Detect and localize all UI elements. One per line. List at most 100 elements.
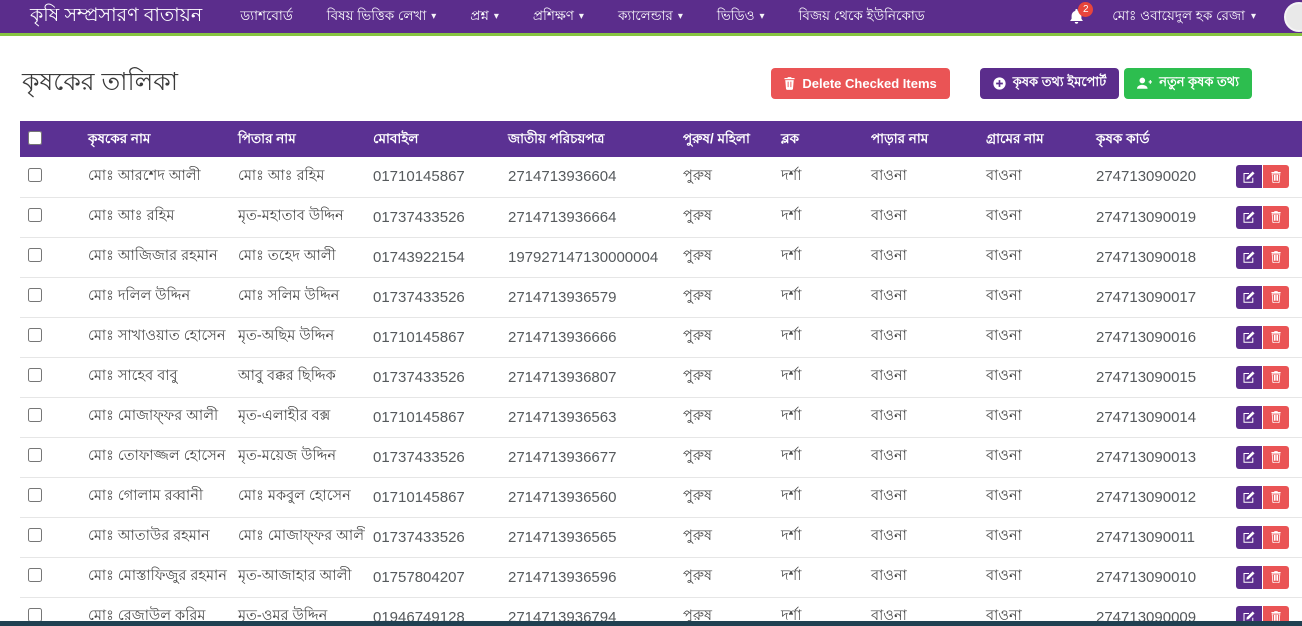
mobile-cell: 01737433526 bbox=[365, 437, 500, 477]
delete-button[interactable] bbox=[1263, 486, 1289, 509]
column-header: মোবাইল bbox=[365, 121, 500, 157]
edit-button[interactable] bbox=[1236, 446, 1262, 469]
nav-item[interactable]: ড্যাশবোর্ড bbox=[240, 5, 293, 28]
page-header: কৃষকের তালিকা Delete Checked Items কৃষক … bbox=[0, 36, 1302, 121]
import-farmer-button[interactable]: কৃষক তথ্য ইমপোর্ট bbox=[980, 68, 1119, 99]
edit-button[interactable] bbox=[1236, 206, 1262, 229]
delete-button[interactable] bbox=[1263, 286, 1289, 309]
gender-cell: পুরুষ bbox=[675, 477, 773, 517]
delete-checked-button[interactable]: Delete Checked Items bbox=[771, 68, 949, 99]
actions-cell bbox=[1228, 157, 1302, 197]
new-farmer-label: নতুন কৃষক তথ্য bbox=[1159, 73, 1239, 94]
row-checkbox[interactable] bbox=[28, 488, 42, 502]
row-checkbox[interactable] bbox=[28, 288, 42, 302]
edit-button[interactable] bbox=[1236, 286, 1262, 309]
nav-item[interactable]: প্রশ্ন ▾ bbox=[470, 5, 499, 28]
user-name: মোঃ ওবায়েদুল হক রেজা bbox=[1112, 5, 1245, 28]
farmer-card-cell: 274713090012 bbox=[1088, 477, 1228, 517]
delete-button[interactable] bbox=[1263, 526, 1289, 549]
chevron-down-icon: ▾ bbox=[1251, 11, 1256, 22]
column-header: পিতার নাম bbox=[230, 121, 365, 157]
nav-item[interactable]: ক্যালেন্ডার ▾ bbox=[618, 5, 683, 28]
farmer-card-cell: 274713090017 bbox=[1088, 277, 1228, 317]
nav-item[interactable]: বিজয় থেকে ইউনিকোড bbox=[799, 5, 925, 28]
row-checkbox[interactable] bbox=[28, 368, 42, 382]
block-cell: দর্শা bbox=[773, 237, 863, 277]
row-checkbox[interactable] bbox=[28, 448, 42, 462]
table-row: মোঃ আঃ রহিম মৃত-মহাতাব উদ্দিন 0173743352… bbox=[20, 197, 1302, 237]
edit-button[interactable] bbox=[1236, 165, 1262, 188]
para-cell: বাওনা bbox=[863, 397, 978, 437]
farmer-card-cell: 274713090015 bbox=[1088, 357, 1228, 397]
column-header: জাতীয় পরিচয়পত্র bbox=[500, 121, 675, 157]
gender-cell: পুরুষ bbox=[675, 237, 773, 277]
table-row: মোঃ আরশেদ আলী মোঃ আঃ রহিম 01710145867 27… bbox=[20, 157, 1302, 197]
nav-item[interactable]: বিষয় ভিত্তিক লেখা ▾ bbox=[327, 5, 437, 28]
mobile-cell: 01737433526 bbox=[365, 197, 500, 237]
delete-button[interactable] bbox=[1263, 206, 1289, 229]
table-body: মোঃ আরশেদ আলী মোঃ আঃ রহিম 01710145867 27… bbox=[20, 157, 1302, 626]
edit-button[interactable] bbox=[1236, 566, 1262, 589]
avatar[interactable] bbox=[1284, 2, 1302, 32]
footer-bar bbox=[0, 621, 1302, 626]
checkbox-cell bbox=[20, 477, 80, 517]
farmer-card-cell: 274713090019 bbox=[1088, 197, 1228, 237]
row-checkbox[interactable] bbox=[28, 208, 42, 222]
father-name-cell: মোঃ আঃ রহিম bbox=[230, 157, 365, 197]
village-cell: বাওনা bbox=[978, 557, 1088, 597]
nav-item-label: ক্যালেন্ডার bbox=[618, 5, 673, 28]
select-all-cell bbox=[20, 121, 80, 157]
gender-cell: পুরুষ bbox=[675, 157, 773, 197]
nav-item[interactable]: প্রশিক্ষণ ▾ bbox=[533, 5, 584, 28]
row-checkbox[interactable] bbox=[28, 328, 42, 342]
mobile-cell: 01710145867 bbox=[365, 477, 500, 517]
delete-button[interactable] bbox=[1263, 246, 1289, 269]
new-farmer-button[interactable]: নতুন কৃষক তথ্য bbox=[1124, 68, 1252, 99]
edit-button[interactable] bbox=[1236, 526, 1262, 549]
village-cell: বাওনা bbox=[978, 357, 1088, 397]
delete-button[interactable] bbox=[1263, 406, 1289, 429]
gender-cell: পুরুষ bbox=[675, 557, 773, 597]
brand-title[interactable]: কৃষি সম্প্রসারণ বাতায়ন bbox=[30, 1, 202, 33]
nav-item-label: ড্যাশবোর্ড bbox=[240, 5, 293, 28]
delete-button[interactable] bbox=[1263, 366, 1289, 389]
row-checkbox[interactable] bbox=[28, 248, 42, 262]
column-header: পাড়ার নাম bbox=[863, 121, 978, 157]
row-checkbox[interactable] bbox=[28, 168, 42, 182]
delete-button[interactable] bbox=[1263, 566, 1289, 589]
table-row: মোঃ সাখাওয়াত হোসেন মৃত-অছিম উদ্দিন 0171… bbox=[20, 317, 1302, 357]
farmer-card-cell: 274713090016 bbox=[1088, 317, 1228, 357]
para-cell: বাওনা bbox=[863, 437, 978, 477]
notifications-button[interactable]: 2 bbox=[1069, 9, 1084, 25]
mobile-cell: 01757804207 bbox=[365, 557, 500, 597]
row-checkbox[interactable] bbox=[28, 568, 42, 582]
row-checkbox[interactable] bbox=[28, 608, 42, 622]
user-menu[interactable]: মোঃ ওবায়েদুল হক রেজা ▾ bbox=[1112, 5, 1256, 28]
delete-button[interactable] bbox=[1263, 326, 1289, 349]
actions-cell bbox=[1228, 437, 1302, 477]
delete-button[interactable] bbox=[1263, 446, 1289, 469]
row-checkbox[interactable] bbox=[28, 528, 42, 542]
edit-button[interactable] bbox=[1236, 366, 1262, 389]
edit-button[interactable] bbox=[1236, 486, 1262, 509]
chevron-down-icon: ▾ bbox=[494, 11, 499, 22]
nav-item[interactable]: ভিডিও ▾ bbox=[717, 5, 765, 28]
village-cell: বাওনা bbox=[978, 477, 1088, 517]
delete-button[interactable] bbox=[1263, 165, 1289, 188]
select-all-checkbox[interactable] bbox=[28, 131, 42, 145]
edit-button[interactable] bbox=[1236, 326, 1262, 349]
village-cell: বাওনা bbox=[978, 277, 1088, 317]
actions-cell bbox=[1228, 197, 1302, 237]
column-header: কৃষক কার্ড bbox=[1088, 121, 1228, 157]
chevron-down-icon: ▾ bbox=[760, 11, 765, 22]
checkbox-cell bbox=[20, 237, 80, 277]
para-cell: বাওনা bbox=[863, 557, 978, 597]
chevron-down-icon: ▾ bbox=[431, 11, 436, 22]
block-cell: দর্শা bbox=[773, 477, 863, 517]
row-checkbox[interactable] bbox=[28, 408, 42, 422]
village-cell: বাওনা bbox=[978, 517, 1088, 557]
checkbox-cell bbox=[20, 197, 80, 237]
edit-button[interactable] bbox=[1236, 406, 1262, 429]
farmer-name-cell: মোঃ সাহেব বাবু bbox=[80, 357, 230, 397]
edit-button[interactable] bbox=[1236, 246, 1262, 269]
